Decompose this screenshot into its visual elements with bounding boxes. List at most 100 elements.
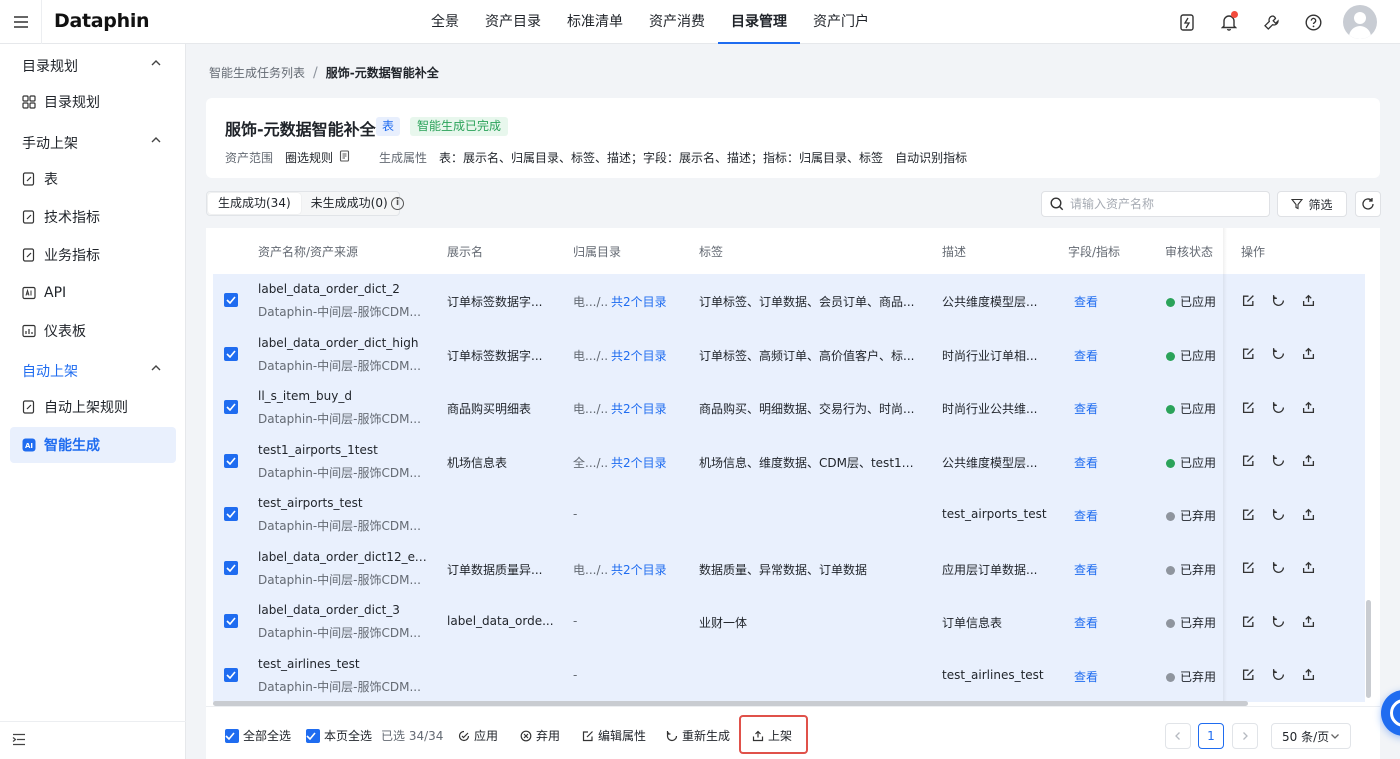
- menu-icon[interactable]: [0, 0, 42, 44]
- scope-rule-link[interactable]: 圈选规则: [285, 149, 333, 166]
- table-row[interactable]: ll_s_item_buy_d Dataphin-中间层-服饰CDM... 商品购买…: [213, 381, 1365, 435]
- edit-icon[interactable]: [1241, 561, 1255, 575]
- regenerate-icon[interactable]: [1271, 347, 1285, 361]
- asset-name[interactable]: label_data_order_dict12_exc...: [258, 550, 428, 564]
- edit-attributes-button[interactable]: 编辑属性: [582, 727, 646, 744]
- nav-catalog-management[interactable]: 目录管理: [718, 0, 800, 44]
- vertical-scrollbar[interactable]: [1366, 600, 1371, 698]
- nav-asset-portal[interactable]: 资产门户: [800, 0, 882, 44]
- directory-count-link[interactable]: 共2个目录: [611, 400, 681, 417]
- info-icon[interactable]: i: [391, 197, 404, 210]
- tab-success[interactable]: 生成成功(34): [208, 193, 301, 214]
- table-row[interactable]: label_data_order_dict_high Dataphin-中间层-服…: [213, 327, 1365, 381]
- directory-count-link[interactable]: 共2个目录: [611, 293, 681, 310]
- publish-icon[interactable]: [1301, 668, 1315, 682]
- regenerate-icon[interactable]: [1271, 293, 1285, 307]
- prev-page-button[interactable]: [1165, 723, 1191, 749]
- sidebar-item-catalog-planning[interactable]: 目录规划: [10, 84, 176, 120]
- regenerate-icon[interactable]: [1271, 668, 1285, 682]
- directory-count-link[interactable]: 共2个目录: [611, 454, 681, 471]
- table-row[interactable]: label_data_order_dict12_exc... Dataphin-中…: [213, 541, 1365, 595]
- table-row[interactable]: test1_airports_1test Dataphin-中间层-服饰CDM..…: [213, 434, 1365, 488]
- sidebar-group-manual-publish[interactable]: 手动上架: [22, 133, 172, 153]
- asset-name[interactable]: label_data_order_dict_2: [258, 282, 428, 296]
- lightning-icon[interactable]: [1178, 13, 1196, 31]
- table-row[interactable]: test_airports_test Dataphin-中间层-服饰CDM... -…: [213, 488, 1365, 542]
- help-icon[interactable]: [1304, 13, 1322, 31]
- page-size-select[interactable]: 50 条/页: [1271, 723, 1351, 749]
- view-link[interactable]: 查看: [1074, 561, 1114, 578]
- nav-asset-catalog[interactable]: 资产目录: [472, 0, 554, 44]
- view-link[interactable]: 查看: [1074, 454, 1114, 471]
- row-checkbox[interactable]: [224, 453, 238, 468]
- asset-name[interactable]: test_airports_test: [258, 496, 428, 510]
- edit-icon[interactable]: [1241, 293, 1255, 307]
- edit-icon[interactable]: [1241, 614, 1255, 628]
- publish-icon[interactable]: [1301, 507, 1315, 521]
- asset-name[interactable]: test1_airports_1test: [258, 443, 428, 457]
- sidebar-item-tech-metric[interactable]: 技术指标: [10, 199, 176, 235]
- publish-icon[interactable]: [1301, 614, 1315, 628]
- asset-name[interactable]: ll_s_item_buy_d: [258, 389, 428, 403]
- row-checkbox[interactable]: [224, 293, 238, 307]
- sidebar-item-smart-generation[interactable]: AI 智能生成: [10, 427, 176, 463]
- next-page-button[interactable]: [1232, 723, 1258, 749]
- view-link[interactable]: 查看: [1074, 507, 1114, 524]
- row-checkbox[interactable]: [224, 667, 238, 682]
- floating-assistant-button[interactable]: [1381, 690, 1400, 736]
- publish-icon[interactable]: [1301, 347, 1315, 361]
- table-row[interactable]: label_data_order_dict_3 Dataphin-中间层-服饰CD…: [213, 595, 1365, 649]
- app-logo[interactable]: Dataphin: [54, 10, 150, 32]
- nav-overview[interactable]: 全景: [418, 0, 472, 44]
- edit-icon[interactable]: [1241, 347, 1255, 361]
- edit-icon[interactable]: [1241, 668, 1255, 682]
- row-checkbox[interactable]: [224, 560, 238, 575]
- tool-icon[interactable]: [1262, 13, 1280, 31]
- page-number-button[interactable]: 1: [1198, 723, 1224, 749]
- regenerate-icon[interactable]: [1271, 507, 1285, 521]
- row-checkbox[interactable]: [224, 346, 238, 361]
- edit-icon[interactable]: [1241, 454, 1255, 468]
- regenerate-button[interactable]: 重新生成: [666, 727, 730, 744]
- row-checkbox[interactable]: [224, 400, 238, 414]
- apply-button[interactable]: 应用: [458, 727, 498, 744]
- view-link[interactable]: 查看: [1074, 400, 1114, 417]
- table-row[interactable]: label_data_order_dict_2 Dataphin-中间层-服饰CD…: [213, 274, 1365, 328]
- sidebar-item-api[interactable]: API: [10, 275, 176, 311]
- sidebar-item-business-metric[interactable]: 业务指标: [10, 237, 176, 273]
- edit-icon[interactable]: [1241, 400, 1255, 414]
- view-link[interactable]: 查看: [1074, 668, 1114, 685]
- publish-icon[interactable]: [1301, 561, 1315, 575]
- user-avatar[interactable]: [1343, 5, 1377, 39]
- row-checkbox[interactable]: [224, 507, 238, 521]
- regenerate-icon[interactable]: [1271, 614, 1285, 628]
- select-page-checkbox[interactable]: 本页全选: [306, 727, 372, 744]
- publish-icon[interactable]: [1301, 293, 1315, 307]
- nav-asset-consumption[interactable]: 资产消费: [636, 0, 718, 44]
- tab-failed[interactable]: 未生成成功(0): [301, 193, 398, 214]
- row-checkbox[interactable]: [224, 614, 238, 628]
- regenerate-icon[interactable]: [1271, 400, 1285, 414]
- view-link[interactable]: 查看: [1074, 614, 1114, 631]
- search-input[interactable]: [1070, 197, 1260, 211]
- publish-icon[interactable]: [1301, 454, 1315, 468]
- directory-count-link[interactable]: 共2个目录: [611, 561, 681, 578]
- discard-button[interactable]: 弃用: [520, 727, 560, 744]
- asset-name[interactable]: label_data_order_dict_high: [258, 336, 428, 350]
- sidebar-group-catalog-planning[interactable]: 目录规划: [22, 56, 172, 76]
- sidebar-item-auto-publish-rule[interactable]: 自动上架规则: [10, 389, 176, 425]
- refresh-button[interactable]: [1355, 191, 1381, 217]
- table-row[interactable]: test_airlines_test Dataphin-中间层-服饰CDM... -…: [213, 648, 1365, 702]
- regenerate-icon[interactable]: [1271, 454, 1285, 468]
- asset-name[interactable]: label_data_order_dict_3: [258, 603, 428, 617]
- collapse-menu-icon[interactable]: [12, 733, 26, 750]
- sidebar-item-dashboard[interactable]: 仪表板: [10, 313, 176, 349]
- filter-button[interactable]: 筛选: [1277, 191, 1347, 217]
- breadcrumb-parent[interactable]: 智能生成任务列表: [209, 64, 305, 81]
- asset-name[interactable]: test_airlines_test: [258, 657, 428, 671]
- view-link[interactable]: 查看: [1074, 347, 1114, 364]
- directory-count-link[interactable]: 共2个目录: [611, 347, 681, 364]
- edit-icon[interactable]: [1241, 507, 1255, 521]
- publish-icon[interactable]: [1301, 400, 1315, 414]
- select-all-checkbox[interactable]: 全部全选: [225, 727, 291, 744]
